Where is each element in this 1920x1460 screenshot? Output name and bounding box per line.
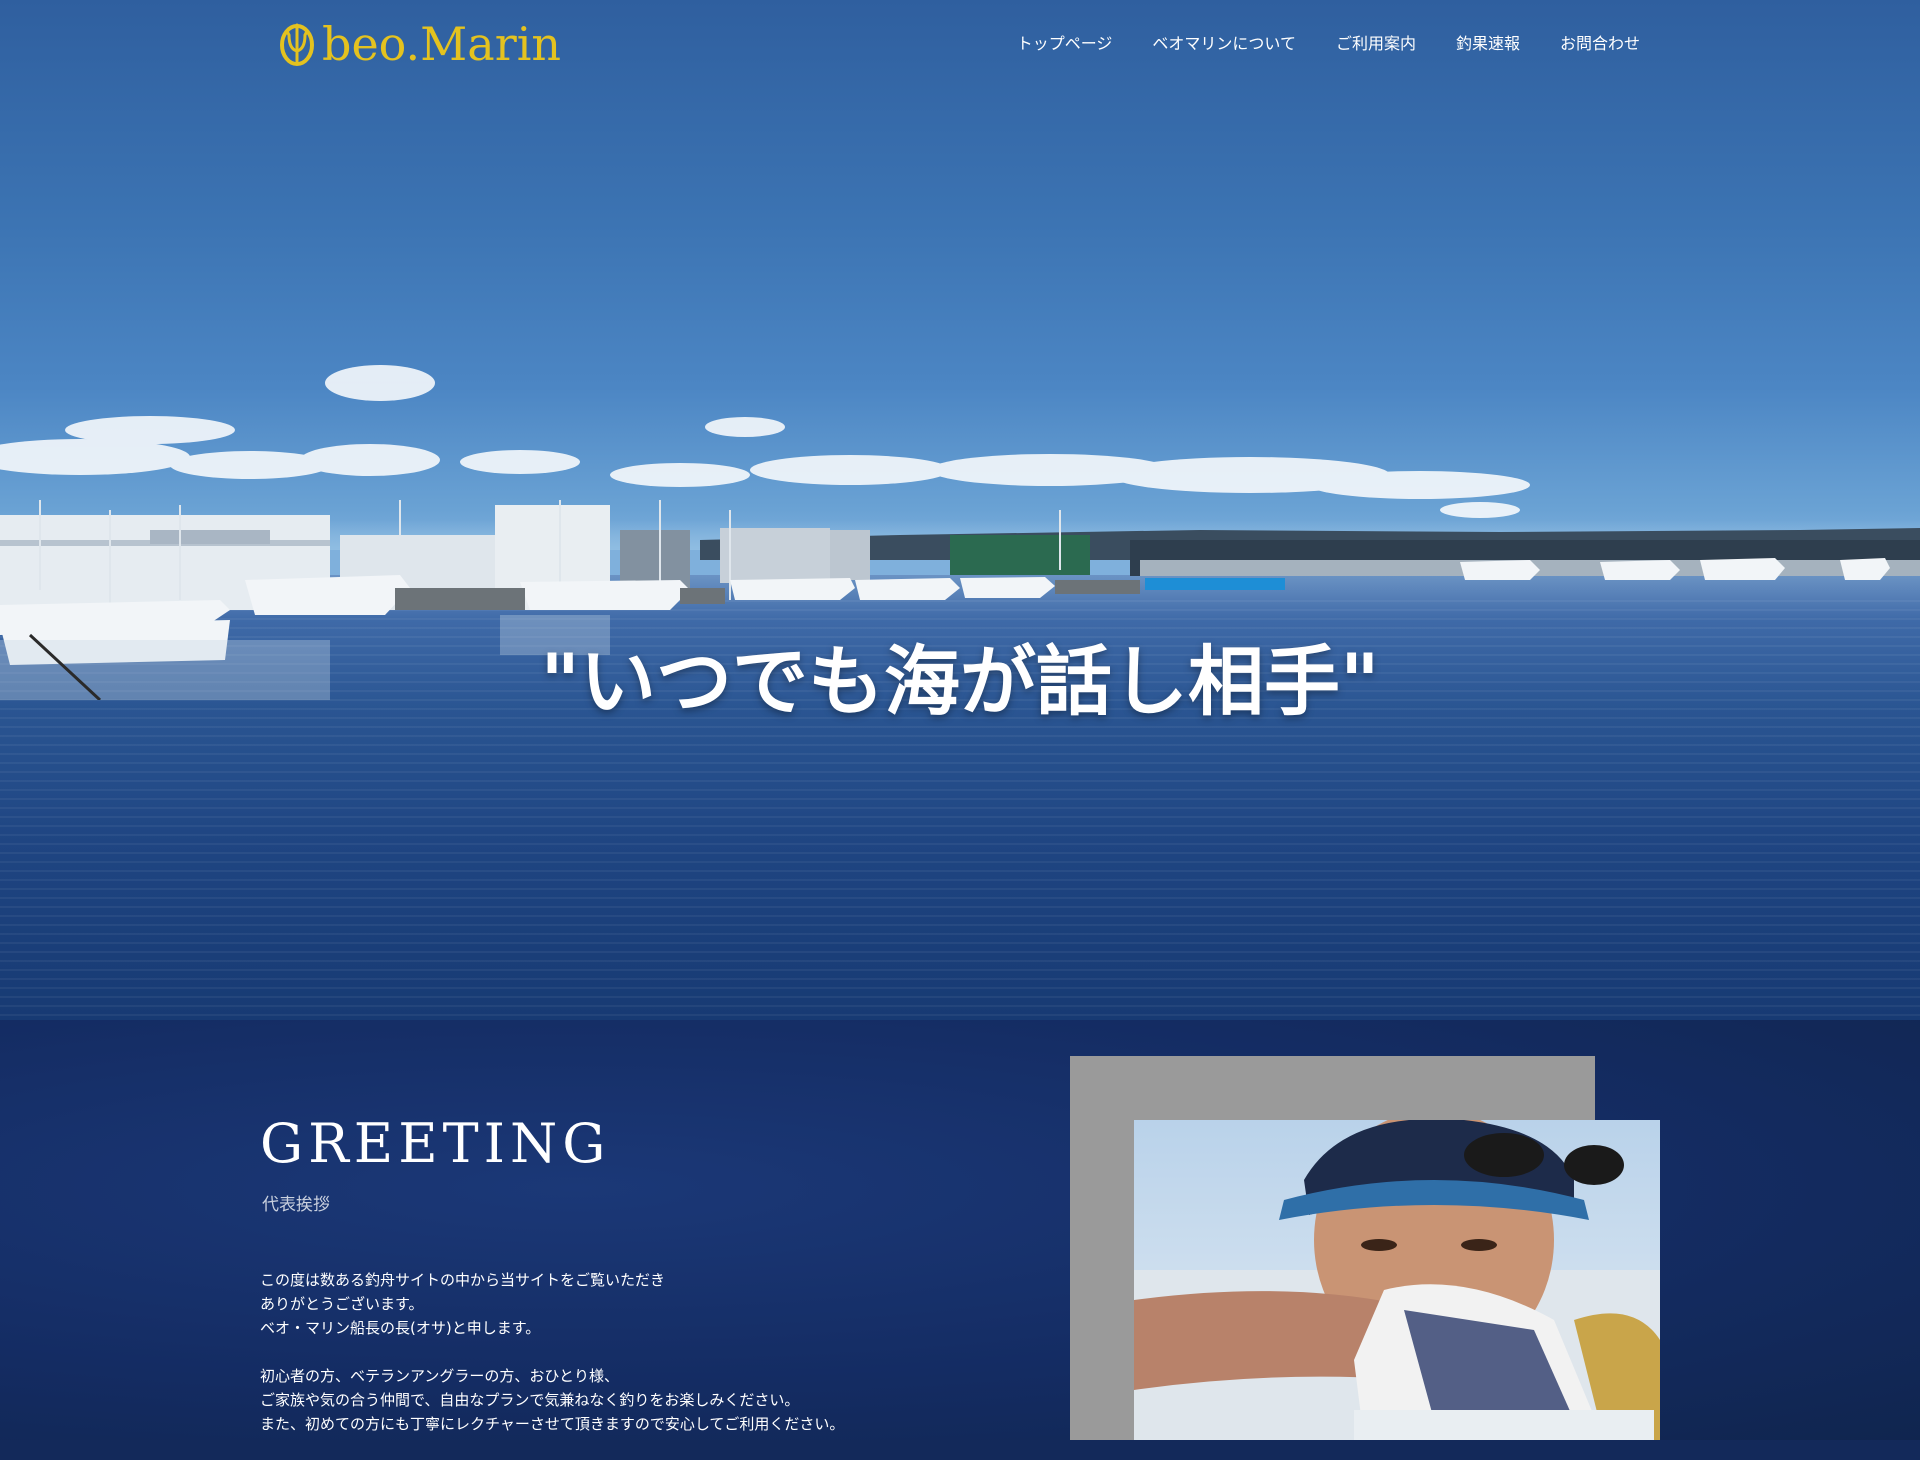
global-nav: トップページ ベオマリンについて ご利用案内 釣果速報 お問合わせ	[1017, 30, 1640, 54]
greeting-subtitle: 代表挨拶	[262, 1195, 330, 1215]
hero-section: beo.Marin トップページ ベオマリンについて ご利用案内 釣果速報 お問…	[0, 0, 1920, 1020]
greeting-paragraph: この度は数ある釣舟サイトの中から当サイトをご覧いただき ありがとうございます。 …	[260, 1268, 844, 1340]
greeting-line: この度は数ある釣舟サイトの中から当サイトをご覧いただき	[260, 1271, 666, 1289]
captain-portrait-image	[1134, 1120, 1660, 1440]
nav-link-contact[interactable]: お問合わせ	[1560, 30, 1640, 54]
logo-text: beo.Marin	[322, 17, 562, 71]
greeting-line: また、初めての方にも丁寧にレクチャーさせて頂きますので安心してご利用ください。	[260, 1415, 845, 1433]
greeting-section: GREETING 代表挨拶 この度は数ある釣舟サイトの中から当サイトをご覧いただ…	[0, 1020, 1920, 1440]
nav-link-about[interactable]: ベオマリンについて	[1152, 30, 1296, 54]
site-logo[interactable]: beo.Marin	[280, 14, 561, 74]
greeting-body: この度は数ある釣舟サイトの中から当サイトをご覧いただき ありがとうございます。 …	[260, 1268, 844, 1460]
greeting-line: ありがとうございます。	[260, 1295, 424, 1313]
greeting-paragraph: 初心者の方、ベテランアングラーの方、おひとり様、 ご家族や気の合う仲間で、自由な…	[260, 1364, 844, 1436]
greeting-title: GREETING	[260, 1112, 611, 1175]
greeting-line: 初心者の方、ベテランアングラーの方、おひとり様、	[260, 1367, 619, 1385]
captain-photo	[1134, 1120, 1660, 1440]
trident-logo-icon	[280, 23, 314, 66]
greeting-line: ベオ・マリン船長の長(オサ)と申します。	[260, 1319, 541, 1337]
nav-link-top[interactable]: トップページ	[1017, 30, 1113, 54]
site-header: beo.Marin トップページ ベオマリンについて ご利用案内 釣果速報 お問…	[0, 0, 1920, 90]
nav-link-guide[interactable]: ご利用案内	[1336, 30, 1416, 54]
hero-catchcopy: "いつでも海が話し相手"	[540, 637, 1380, 726]
greeting-line: ご家族や気の合う仲間で、自由なプランで気兼ねなく釣りをお楽しみください。	[260, 1391, 800, 1409]
nav-link-catch-report[interactable]: 釣果速報	[1456, 30, 1520, 54]
